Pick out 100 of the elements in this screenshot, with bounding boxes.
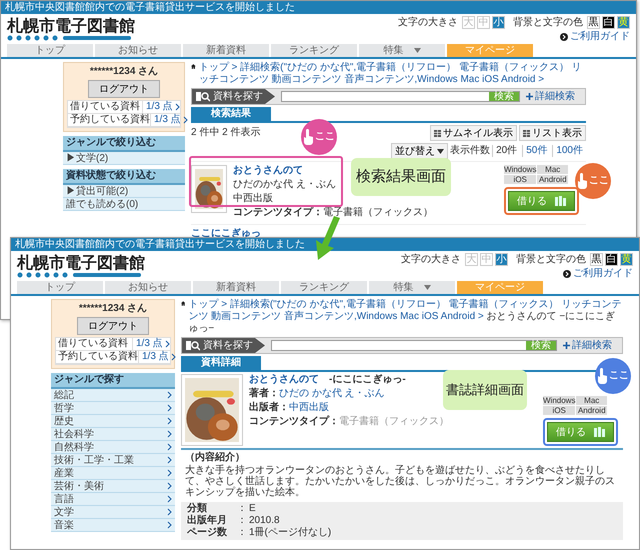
genre-item[interactable]: 社会科学 bbox=[51, 428, 175, 441]
platform-label: Android bbox=[537, 175, 568, 184]
platform-label: Windows bbox=[504, 165, 536, 174]
count-link[interactable]: 1/3 点 bbox=[132, 338, 170, 350]
nav-tab[interactable]: トップ bbox=[17, 281, 103, 294]
pointing-hand-icon bbox=[577, 172, 589, 190]
book-subtitle: -にこにこぎゅっ- bbox=[329, 374, 406, 386]
arrow-circle-icon bbox=[560, 33, 568, 41]
color-label: 背景と文字の色 bbox=[513, 16, 583, 28]
pointing-hand-icon bbox=[597, 368, 609, 384]
sort-button[interactable]: 並び替え bbox=[391, 143, 448, 159]
user-name: ******1234 さん bbox=[78, 303, 148, 315]
meta-separator: ： bbox=[237, 503, 248, 515]
content-type-text: 電子書籍（フィックス） bbox=[339, 416, 449, 428]
view-button[interactable]: リスト表示 bbox=[519, 125, 586, 141]
genre-item[interactable]: 言語 bbox=[51, 493, 175, 506]
meta-value: 2010.8 bbox=[249, 515, 281, 527]
count-link[interactable]: 1/3 点 bbox=[138, 351, 176, 363]
font-size-button[interactable]: 小 bbox=[495, 253, 508, 266]
genre-item[interactable]: 総記 bbox=[51, 389, 175, 402]
meta-separator: ： bbox=[237, 527, 248, 539]
nav-tab[interactable]: お知らせ bbox=[95, 44, 181, 57]
logout-button[interactable]: ログアウト bbox=[88, 80, 160, 98]
site-logo: 札幌市電子図書館 bbox=[7, 16, 135, 35]
field-label: コンテンツタイプ： bbox=[233, 207, 323, 219]
nav-tab[interactable]: 特集 bbox=[369, 281, 455, 294]
font-size-button[interactable]: 小 bbox=[492, 16, 505, 29]
genre-item[interactable]: 歴史 bbox=[51, 415, 175, 428]
field-link[interactable]: 中西出版 bbox=[289, 402, 329, 414]
color-theme-button[interactable]: 黄 bbox=[620, 253, 633, 266]
callout-text: ここ bbox=[315, 131, 335, 143]
platform-label: Mac bbox=[576, 396, 607, 405]
count-label: 予約している資料 bbox=[57, 351, 138, 363]
nav-tab[interactable]: 特集 bbox=[359, 44, 445, 57]
color-theme-button[interactable]: 白 bbox=[602, 16, 615, 29]
color-label: 背景と文字の色 bbox=[516, 254, 586, 266]
nav-tab[interactable]: ランキング bbox=[271, 44, 357, 57]
nav-tab[interactable]: トップ bbox=[7, 44, 93, 57]
color-theme-button[interactable]: 白 bbox=[605, 253, 618, 266]
field-label: 出版者： bbox=[249, 402, 289, 414]
advanced-search-link[interactable]: 詳細検索 bbox=[572, 340, 612, 352]
nav-tab[interactable]: 新着資料 bbox=[183, 44, 269, 57]
per-page-link[interactable]: 100件 bbox=[552, 145, 586, 157]
filter-item[interactable]: 誰でも読める(0) bbox=[63, 198, 185, 211]
nav-tab[interactable]: ランキング bbox=[281, 281, 367, 294]
per-page-link[interactable]: 50件 bbox=[522, 145, 550, 157]
result-author: ひだのかな代 え・ぶん bbox=[233, 179, 336, 191]
screen-caption: 検索結果画面 bbox=[351, 158, 451, 196]
grid-icon bbox=[434, 130, 441, 136]
filter-item[interactable]: ▶貸出可能(2) bbox=[63, 185, 185, 198]
color-theme-button[interactable]: 黒 bbox=[587, 16, 600, 29]
result-count: 2 件中 2 件表示 bbox=[191, 127, 260, 139]
genre-item[interactable]: 音楽 bbox=[51, 519, 175, 532]
view-button[interactable]: サムネイル表示 bbox=[430, 125, 517, 141]
meta-separator: ： bbox=[237, 515, 248, 527]
result-title[interactable]: おとうさんのて bbox=[233, 165, 303, 177]
genre-heading: ジャンルで探す bbox=[51, 373, 175, 389]
field-label: 著者： bbox=[249, 388, 279, 400]
field-label: コンテンツタイプ： bbox=[249, 416, 339, 428]
genre-item[interactable]: 技術・工学・工業 bbox=[51, 454, 175, 467]
news-banner: 札幌市中央図書館館内での電子書籍貸出サービスを開始しました bbox=[11, 238, 639, 251]
filter-item[interactable]: ▶文学(2) bbox=[63, 152, 185, 165]
nav-tab[interactable]: お知らせ bbox=[105, 281, 191, 294]
genre-item[interactable]: 文学 bbox=[51, 506, 175, 519]
color-theme-button[interactable]: 黒 bbox=[590, 253, 603, 266]
font-size-label: 文字の大きさ bbox=[401, 254, 461, 266]
advanced-search-link[interactable]: 詳細検索 bbox=[535, 90, 575, 102]
color-theme-button[interactable]: 黄 bbox=[617, 16, 630, 29]
arrow-circle-icon bbox=[563, 270, 571, 278]
guide-link[interactable]: ご利用ガイド bbox=[573, 268, 633, 280]
books-icon bbox=[555, 196, 566, 206]
search-label: 資料を探す bbox=[203, 340, 253, 352]
genre-item[interactable]: 哲学 bbox=[51, 402, 175, 415]
platform-label: iOS bbox=[543, 406, 576, 415]
meta-value: 1冊(ページ付なし) bbox=[249, 527, 332, 539]
book-title[interactable]: おとうさんのて bbox=[249, 374, 319, 386]
count-label: 借りている資料 bbox=[57, 338, 128, 350]
nav-tab[interactable]: 新着資料 bbox=[193, 281, 279, 294]
logout-button[interactable]: ログアウト bbox=[77, 317, 149, 335]
genre-item[interactable]: 自然科学 bbox=[51, 441, 175, 454]
genre-item[interactable]: 芸術・美術 bbox=[51, 480, 175, 493]
per-page-label: 表示件数 bbox=[450, 145, 490, 157]
genre-item[interactable]: 産業 bbox=[51, 467, 175, 480]
platform-label: Windows bbox=[543, 396, 576, 405]
home-icon bbox=[181, 299, 186, 308]
meta-label: 分類 bbox=[187, 503, 208, 514]
count-link[interactable]: 1/3 点 bbox=[150, 114, 188, 126]
news-banner: 札幌市中央図書館館内での電子書籍貸出サービスを開始しました bbox=[1, 1, 636, 14]
field-link[interactable]: ひだの かな代 え・ぶん bbox=[279, 388, 385, 400]
pointing-hand-icon bbox=[303, 128, 315, 146]
per-page-link[interactable]: 20件 bbox=[492, 145, 520, 157]
content-type-text: 電子書籍（フィックス） bbox=[323, 207, 433, 219]
description-heading: （内容紹介） bbox=[185, 452, 246, 464]
guide-link[interactable]: ご利用ガイド bbox=[570, 31, 630, 43]
user-name: ******1234 さん bbox=[90, 66, 158, 78]
count-label: 予約している資料 bbox=[69, 114, 150, 126]
platform-label: Android bbox=[576, 406, 607, 415]
platform-label: Mac bbox=[537, 165, 568, 174]
logo-underline-icon bbox=[7, 35, 131, 41]
count-link[interactable]: 1/3 点 bbox=[142, 101, 180, 113]
